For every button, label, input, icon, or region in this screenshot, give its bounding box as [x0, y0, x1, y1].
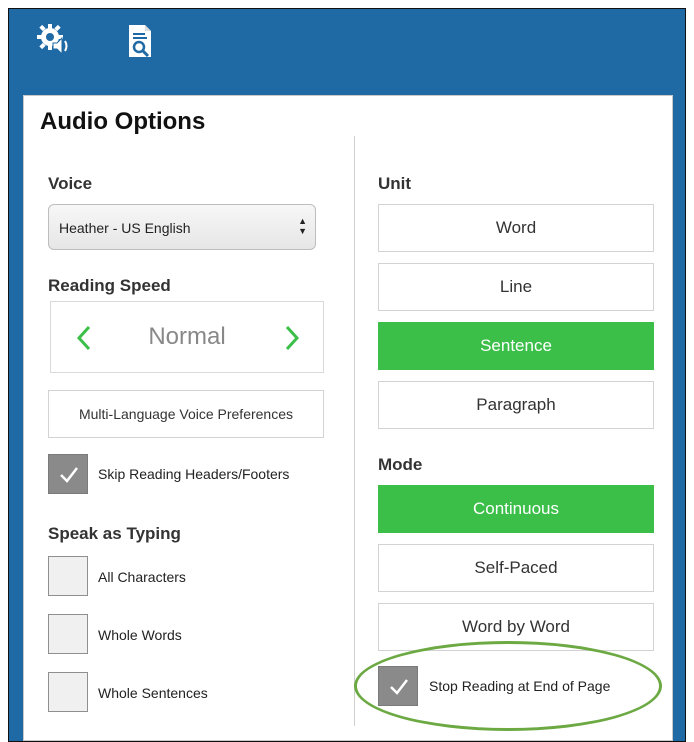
mode-self-paced-button[interactable]: Self-Paced — [378, 544, 654, 592]
mode-word-by-word-button[interactable]: Word by Word — [378, 603, 654, 651]
whole-sentences-checkbox[interactable] — [48, 672, 88, 712]
check-icon — [390, 679, 408, 695]
all-characters-label: All Characters — [98, 569, 186, 585]
voice-label: Voice — [48, 174, 93, 193]
skip-headers-checkbox[interactable] — [48, 454, 88, 494]
top-toolbar — [9, 9, 685, 95]
select-arrows-icon: ▲ ▼ — [298, 216, 307, 236]
check-icon — [60, 467, 78, 483]
voice-selected-value: Heather - US English — [59, 220, 191, 236]
app-window: Audio Options Voice Heather - US English… — [8, 8, 686, 742]
mode-continuous-button[interactable]: Continuous — [378, 485, 654, 533]
unit-paragraph-button[interactable]: Paragraph — [378, 381, 654, 429]
audio-options-panel: Audio Options Voice Heather - US English… — [23, 95, 673, 741]
voice-select[interactable]: Heather - US English ▲ ▼ — [48, 204, 316, 250]
skip-headers-label: Skip Reading Headers/Footers — [98, 466, 290, 482]
audio-settings-icon[interactable] — [35, 21, 75, 61]
page-title: Audio Options — [40, 108, 206, 135]
reading-speed-label: Reading Speed — [48, 276, 171, 295]
mode-label: Mode — [378, 455, 423, 474]
unit-line-button[interactable]: Line — [378, 263, 654, 311]
stop-at-end-checkbox[interactable] — [378, 666, 418, 706]
whole-words-checkbox[interactable] — [48, 614, 88, 654]
unit-label: Unit — [378, 174, 412, 193]
reading-speed-control: Normal — [50, 301, 324, 373]
document-search-icon[interactable] — [121, 21, 161, 61]
unit-sentence-button[interactable]: Sentence — [378, 322, 654, 370]
chevron-right-icon[interactable] — [281, 324, 303, 352]
all-characters-checkbox[interactable] — [48, 556, 88, 596]
whole-sentences-label: Whole Sentences — [98, 685, 208, 701]
stop-at-end-label: Stop Reading at End of Page — [429, 678, 611, 694]
multi-language-voice-button[interactable]: Multi-Language Voice Preferences — [48, 390, 324, 438]
column-divider — [354, 136, 355, 726]
unit-word-button[interactable]: Word — [378, 204, 654, 252]
speak-as-typing-label: Speak as Typing — [48, 524, 181, 543]
whole-words-label: Whole Words — [98, 627, 182, 643]
